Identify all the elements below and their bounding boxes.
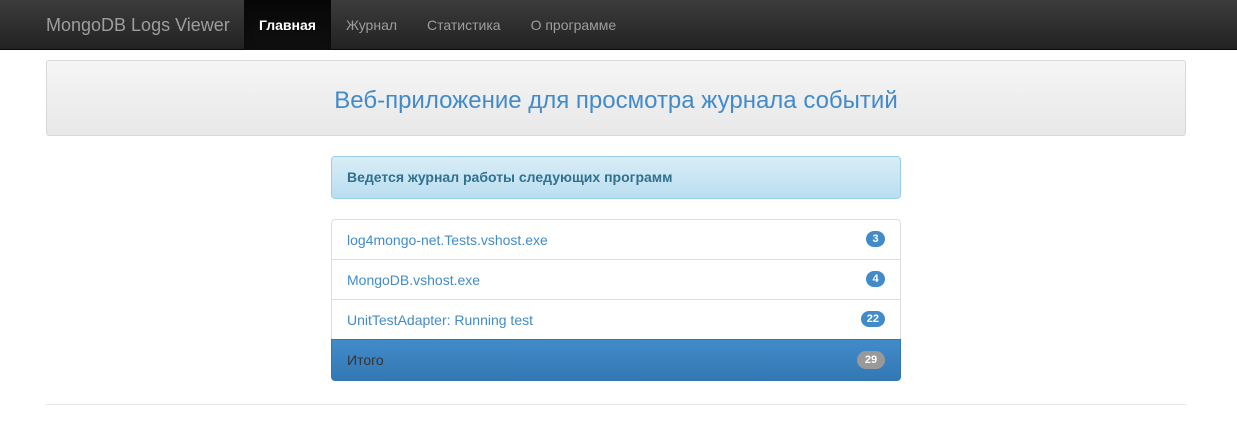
brand-link[interactable]: MongoDB Logs Viewer (46, 0, 230, 50)
total-label: Итого (347, 352, 384, 368)
count-badge: 4 (866, 271, 885, 287)
main-nav: Главная Журнал Статистика О программе (244, 0, 631, 50)
program-list: log4mongo-net.Tests.vshost.exe 3 MongoDB… (331, 219, 901, 381)
total-row: Итого 29 (331, 339, 901, 381)
info-panel-heading: Ведется журнал работы следующих программ (331, 156, 901, 199)
top-navbar: MongoDB Logs Viewer Главная Журнал Стати… (0, 0, 1237, 50)
program-link[interactable]: UnitTestAdapter: Running test (347, 312, 533, 328)
total-count-badge: 29 (857, 351, 885, 369)
list-item[interactable]: log4mongo-net.Tests.vshost.exe 3 (331, 219, 901, 260)
nav-item-log[interactable]: Журнал (331, 0, 412, 50)
nav-item-home[interactable]: Главная (244, 0, 331, 50)
list-item[interactable]: UnitTestAdapter: Running test 22 (331, 299, 901, 340)
nav-item-about[interactable]: О программе (516, 0, 632, 50)
count-badge: 22 (860, 311, 885, 327)
page-title: Веб-приложение для просмотра журнала соб… (334, 87, 898, 114)
program-link[interactable]: log4mongo-net.Tests.vshost.exe (347, 232, 548, 248)
hero-banner: Веб-приложение для просмотра журнала соб… (46, 60, 1186, 136)
footer-divider (46, 404, 1186, 405)
list-item[interactable]: MongoDB.vshost.exe 4 (331, 259, 901, 300)
program-link[interactable]: MongoDB.vshost.exe (347, 272, 480, 288)
count-badge: 3 (866, 231, 885, 247)
nav-item-statistics[interactable]: Статистика (412, 0, 516, 50)
